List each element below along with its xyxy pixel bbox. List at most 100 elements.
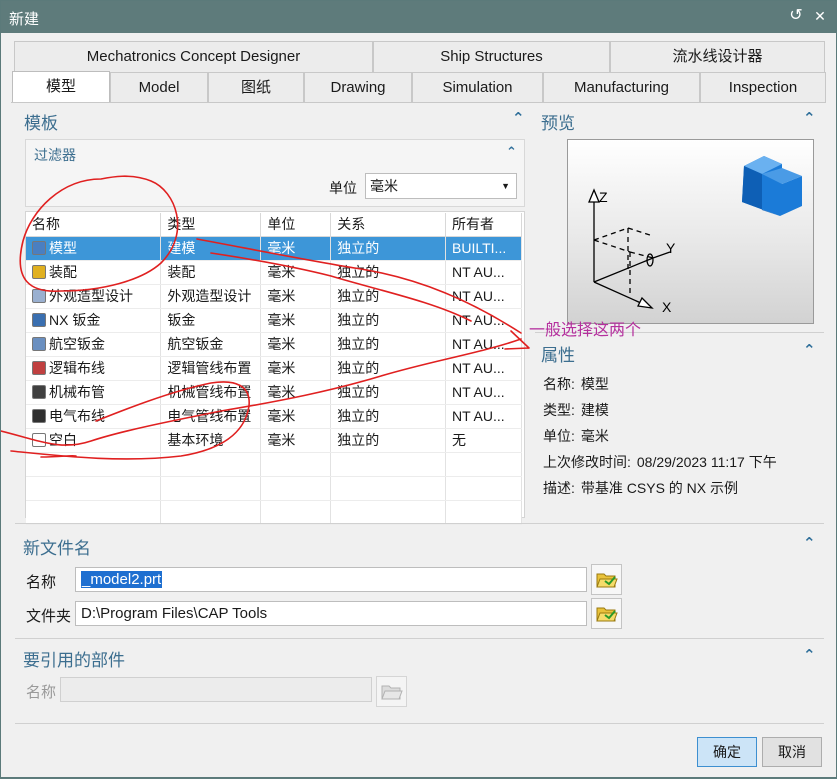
table-row[interactable]: 航空钣金 航空钣金 毫米 独立的 NT AU... <box>26 332 522 357</box>
cell-unit-text: 毫米 <box>267 336 296 352</box>
property-label: 上次修改时间: <box>543 454 631 470</box>
table-row[interactable]: 机械布管 机械管线布置 毫米 独立的 NT AU... <box>26 380 522 405</box>
cell-relation-text: 独立的 <box>337 432 380 448</box>
property-value: 模型 <box>580 376 609 392</box>
templates-collapse-icon[interactable]: ⌃ <box>512 109 525 127</box>
footer-divider <box>15 723 824 724</box>
table-row[interactable]: 模型 建模 毫米 独立的 BUILTI... <box>26 236 522 261</box>
cell-owner-text: BUILTI... <box>452 240 507 256</box>
browse-folder-button[interactable] <box>591 598 622 629</box>
cell-name: 逻辑布线 <box>26 356 162 381</box>
cell-type-text: 外观造型设计 <box>167 288 252 304</box>
refparts-divider <box>15 638 824 639</box>
new-file-dialog: 新建 ↺ ✕ Mechatronics Concept Designer Shi… <box>0 0 837 778</box>
new-file-collapse-icon[interactable]: ⌃ <box>803 534 816 552</box>
cell-type-text: 钣金 <box>167 312 196 328</box>
empty-cell <box>260 452 332 477</box>
logical-routing-icon <box>32 361 46 375</box>
tab-model[interactable]: Model <box>110 72 208 103</box>
empty-row <box>26 476 522 501</box>
cell-unit: 毫米 <box>260 236 332 261</box>
empty-cell <box>260 476 332 501</box>
filter-collapse-icon[interactable]: ⌃ <box>506 144 517 160</box>
cell-name: 电气布线 <box>26 404 162 429</box>
cell-owner: NT AU... <box>445 404 522 429</box>
file-name-input[interactable]: _model2.prt <box>75 567 587 592</box>
unit-select[interactable]: 毫米 ▼ <box>365 173 517 199</box>
csys-preview-graphic: Z Y X <box>588 156 802 315</box>
cell-name: NX 钣金 <box>26 308 162 333</box>
cell-name: 外观造型设计 <box>26 284 162 309</box>
cell-unit-text: 毫米 <box>267 360 296 376</box>
cell-relation-text: 独立的 <box>337 312 380 328</box>
folder-label: 文件夹 <box>26 608 72 625</box>
ok-button[interactable]: 确定 <box>697 737 757 767</box>
col-name[interactable]: 名称 <box>26 213 162 237</box>
cell-unit: 毫米 <box>260 284 332 309</box>
tab-line-designer[interactable]: 流水线设计器 <box>610 41 825 72</box>
tab-drawing[interactable]: Drawing <box>304 72 412 103</box>
table-row[interactable]: 电气布线 电气管线布置 毫米 独立的 NT AU... <box>26 404 522 429</box>
cell-unit: 毫米 <box>260 332 332 357</box>
cell-type: 基本环境 <box>160 428 262 453</box>
tab-manufacturing[interactable]: Manufacturing <box>543 72 700 103</box>
newfile-divider <box>15 523 824 524</box>
col-relation[interactable]: 关系 <box>330 213 447 237</box>
restore-icon[interactable]: ↺ <box>785 5 807 27</box>
table-row[interactable]: 空白 基本环境 毫米 独立的 无 <box>26 428 522 453</box>
properties-collapse-icon[interactable]: ⌃ <box>803 341 816 359</box>
cell-name-text: 电气布线 <box>49 408 105 424</box>
table-header: 名称 类型 单位 关系 所有者 <box>26 213 522 237</box>
property-label: 单位: <box>543 428 575 444</box>
cell-type: 装配 <box>160 260 262 285</box>
folder-disabled-icon <box>380 685 403 699</box>
empty-cell <box>445 476 522 501</box>
col-owner[interactable]: 所有者 <box>445 213 522 237</box>
cell-owner: 无 <box>445 428 522 453</box>
tab-mechatronics[interactable]: Mechatronics Concept Designer <box>14 41 373 72</box>
filter-panel: 过滤器 ⌃ 单位 毫米 ▼ <box>25 139 525 207</box>
empty-cell <box>26 452 162 477</box>
col-type[interactable]: 类型 <box>160 213 262 237</box>
table-row[interactable]: 外观造型设计 外观造型设计 毫米 独立的 NT AU... <box>26 284 522 309</box>
table-row[interactable]: NX 钣金 钣金 毫米 独立的 NT AU... <box>26 308 522 333</box>
cell-relation-text: 独立的 <box>337 336 380 352</box>
cell-relation-text: 独立的 <box>337 408 380 424</box>
cell-unit: 毫米 <box>260 404 332 429</box>
tab-inspection[interactable]: Inspection <box>700 72 826 103</box>
preview-collapse-icon[interactable]: ⌃ <box>803 109 816 127</box>
browse-file-button[interactable] <box>591 564 622 595</box>
cell-relation: 独立的 <box>330 380 447 405</box>
cell-owner: NT AU... <box>445 308 522 333</box>
model-icon <box>32 241 46 255</box>
cell-type-text: 机械管线布置 <box>167 384 252 400</box>
tab-model-cn[interactable]: 模型 <box>12 71 110 104</box>
property-row: 名称: 模型 <box>543 374 609 394</box>
tab-ship-structures[interactable]: Ship Structures <box>373 41 610 72</box>
tab-drawing-cn[interactable]: 图纸 <box>208 72 304 103</box>
cell-relation: 独立的 <box>330 356 447 381</box>
empty-cell <box>330 500 447 525</box>
cell-unit-text: 毫米 <box>267 264 296 280</box>
tab-simulation[interactable]: Simulation <box>412 72 543 103</box>
close-icon[interactable]: ✕ <box>809 5 831 27</box>
cell-relation: 独立的 <box>330 284 447 309</box>
ref-parts-collapse-icon[interactable]: ⌃ <box>803 646 816 664</box>
table-row[interactable]: 逻辑布线 逻辑管线布置 毫米 独立的 NT AU... <box>26 356 522 381</box>
title-bar: 新建 ↺ ✕ <box>1 1 836 33</box>
table-row[interactable]: 装配 装配 毫米 独立的 NT AU... <box>26 260 522 285</box>
cell-type-text: 逻辑管线布置 <box>167 360 252 376</box>
cell-owner-text: NT AU... <box>452 264 505 280</box>
col-unit[interactable]: 单位 <box>260 213 332 237</box>
assembly-icon <box>32 265 46 279</box>
cell-name-text: 外观造型设计 <box>49 288 133 304</box>
shape-design-icon <box>32 289 46 303</box>
property-value: 毫米 <box>580 428 609 444</box>
cell-unit: 毫米 <box>260 380 332 405</box>
cell-unit-text: 毫米 <box>267 288 296 304</box>
property-row: 单位: 毫米 <box>543 426 609 446</box>
folder-open-icon <box>595 573 618 587</box>
cell-relation: 独立的 <box>330 260 447 285</box>
cancel-button[interactable]: 取消 <box>762 737 822 767</box>
folder-input[interactable]: D:\Program Files\CAP Tools <box>75 601 587 626</box>
